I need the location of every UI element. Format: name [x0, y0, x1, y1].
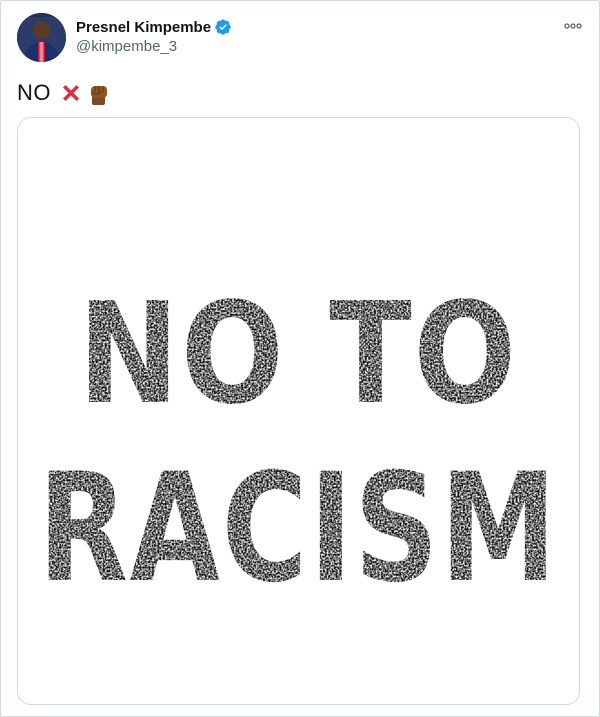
more-dots-icon[interactable] — [563, 19, 583, 33]
graphic-line-1: NO TO — [78, 273, 518, 436]
tweet-media-image[interactable]: NO TO RACISM — [17, 117, 580, 705]
display-name-row: Presnel Kimpembe — [76, 17, 232, 37]
verified-badge-icon — [215, 19, 231, 35]
tweet-text-content: NO — [17, 80, 51, 105]
author-info: Presnel Kimpembe @kimpembe_3 — [76, 17, 232, 55]
tweet-text: NO — [17, 79, 111, 107]
tweet-card: Presnel Kimpembe @kimpembe_3 NO NO TO RA… — [0, 0, 600, 717]
display-name[interactable]: Presnel Kimpembe — [76, 19, 211, 36]
no-to-racism-graphic: NO TO RACISM — [18, 118, 579, 704]
avatar[interactable] — [17, 13, 66, 62]
tweet-header: Presnel Kimpembe @kimpembe_3 — [17, 13, 583, 63]
raised-fist-emoji-icon — [91, 86, 107, 105]
author-handle[interactable]: @kimpembe_3 — [76, 38, 232, 55]
cross-mark-emoji-icon — [63, 85, 79, 101]
avatar-image — [17, 13, 66, 62]
graphic-line-2: RACISM — [38, 442, 558, 616]
